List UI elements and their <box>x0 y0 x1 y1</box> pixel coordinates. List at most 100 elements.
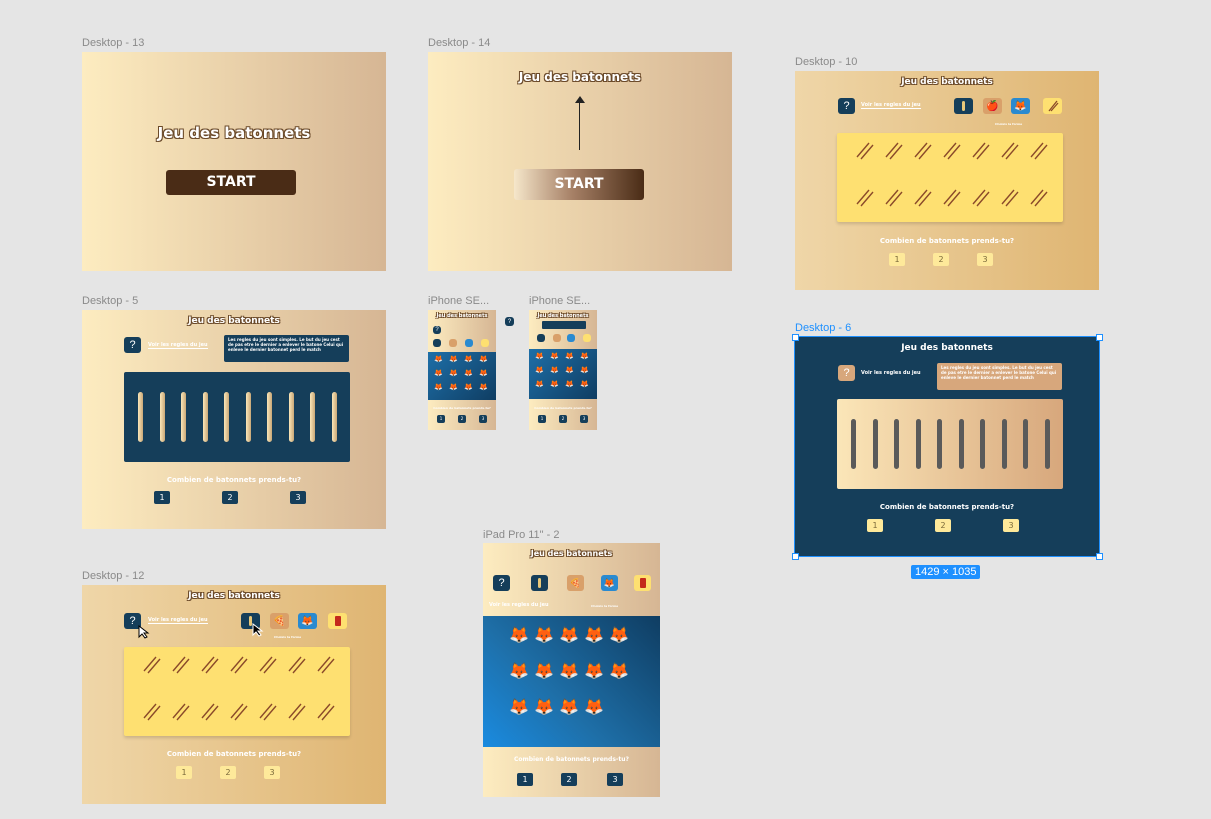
choice-button-3[interactable]: 3 <box>290 491 306 504</box>
chopsticks-icon[interactable] <box>1030 142 1048 160</box>
stick-item[interactable] <box>331 392 337 442</box>
chopsticks-icon[interactable] <box>288 656 306 674</box>
frame-desktop-14[interactable]: Jeu des batonnets START <box>428 52 732 271</box>
fox-icon[interactable]: 🦊 <box>464 384 473 391</box>
chopsticks-icon[interactable] <box>1001 142 1019 160</box>
choice-button-2[interactable]: 2 <box>458 415 466 423</box>
fox-icon[interactable]: 🦊 <box>559 700 579 716</box>
fox-icon[interactable]: 🦊 <box>609 628 629 644</box>
chopsticks-icon[interactable] <box>943 142 961 160</box>
fox-shape-button[interactable]: 🦊 <box>298 613 317 629</box>
fox-icon[interactable]: 🦊 <box>550 367 559 374</box>
fox-icon[interactable]: 🦊 <box>509 664 529 680</box>
frame-label-d14[interactable]: Desktop - 14 <box>428 37 490 49</box>
fox-icon[interactable]: 🦊 <box>449 370 458 377</box>
fox-icon[interactable]: 🦊 <box>609 664 629 680</box>
chopsticks-icon[interactable] <box>172 703 190 721</box>
fox-icon[interactable]: 🦊 <box>434 370 443 377</box>
chopsticks-icon[interactable] <box>914 142 932 160</box>
choice-button-1[interactable]: 1 <box>517 773 533 786</box>
stick-item[interactable] <box>267 392 272 442</box>
start-button[interactable]: START <box>166 170 296 195</box>
chopsticks-icon[interactable] <box>259 703 277 721</box>
rules-link[interactable]: Voir les regles du jeu <box>489 602 549 608</box>
fox-icon[interactable]: 🦊 <box>479 370 488 377</box>
chopsticks-icon[interactable] <box>856 142 874 160</box>
resize-handle-br[interactable] <box>1096 553 1103 560</box>
choice-button-3[interactable]: 3 <box>977 253 993 266</box>
frame-desktop-10[interactable]: Jeu des batonnets ? Voir les regles du j… <box>795 71 1099 290</box>
fox-icon[interactable]: 🦊 <box>584 700 604 716</box>
help-icon[interactable]: ? <box>493 575 510 591</box>
rules-link[interactable]: Voir les regles du jeu <box>861 102 921 109</box>
choice-button-2[interactable]: 2 <box>220 766 236 779</box>
choice-button-1[interactable]: 1 <box>867 519 883 532</box>
fox-icon[interactable]: 🦊 <box>479 384 488 391</box>
chopsticks-icon[interactable] <box>288 703 306 721</box>
choice-button-3[interactable]: 3 <box>607 773 623 786</box>
choice-button-1[interactable]: 1 <box>154 491 170 504</box>
fox-icon[interactable]: 🦊 <box>584 628 604 644</box>
frame-iphone-1[interactable]: Jeu des batonnets ? 🦊 🦊 🦊 🦊 🦊 🦊 🦊 🦊 🦊 🦊 🦊 🦊 Combien… <box>428 310 496 430</box>
resize-handle-bl[interactable] <box>792 553 799 560</box>
fox-icon[interactable]: 🦊 <box>464 370 473 377</box>
fox-icon[interactable]: 🦊 <box>565 367 574 374</box>
fox-shape-button[interactable] <box>567 334 575 342</box>
start-button[interactable]: START <box>514 169 644 200</box>
stick-item[interactable] <box>937 419 942 469</box>
choice-button-3[interactable]: 3 <box>479 415 487 423</box>
stick-item[interactable] <box>245 392 251 442</box>
rules-link[interactable]: Voir les regles du jeu <box>861 370 921 376</box>
chopsticks-icon[interactable] <box>856 189 874 207</box>
chopsticks-shape-button[interactable] <box>583 334 591 342</box>
fox-icon[interactable]: 🦊 <box>534 700 554 716</box>
stick-item[interactable] <box>1001 419 1007 469</box>
choice-button-3[interactable]: 3 <box>264 766 280 779</box>
apple-shape-button[interactable] <box>449 339 457 347</box>
chopsticks-icon[interactable] <box>943 189 961 207</box>
fox-icon[interactable]: 🦊 <box>565 381 574 388</box>
fox-icon[interactable]: 🦊 <box>464 356 473 363</box>
fox-icon[interactable]: 🦊 <box>559 628 579 644</box>
fox-shape-button[interactable] <box>465 339 473 347</box>
fox-icon[interactable]: 🦊 <box>509 700 529 716</box>
chopsticks-icon[interactable] <box>230 703 248 721</box>
fox-icon[interactable]: 🦊 <box>535 367 544 374</box>
fox-icon[interactable]: 🦊 <box>550 381 559 388</box>
chopsticks-icon[interactable] <box>914 189 932 207</box>
fox-icon[interactable]: 🦊 <box>550 353 559 360</box>
chopsticks-shape-button[interactable] <box>481 339 489 347</box>
chopsticks-icon[interactable] <box>972 142 990 160</box>
pizza-shape-button[interactable]: 🍕 <box>567 575 584 591</box>
fox-icon[interactable]: 🦊 <box>479 356 488 363</box>
stick-item[interactable] <box>159 392 165 442</box>
pizza-shape-button[interactable]: 🍕 <box>270 613 289 629</box>
stick-shape-button[interactable] <box>954 98 973 114</box>
chopsticks-icon[interactable] <box>885 189 903 207</box>
chopsticks-icon[interactable] <box>259 656 277 674</box>
help-icon[interactable]: ? <box>124 337 141 353</box>
fox-icon[interactable]: 🦊 <box>535 381 544 388</box>
fox-icon[interactable]: 🦊 <box>580 367 589 374</box>
frame-label-d5[interactable]: Desktop - 5 <box>82 295 138 307</box>
stick-item[interactable] <box>138 392 143 442</box>
stick-item[interactable] <box>202 392 208 442</box>
frame-desktop-5[interactable]: Jeu des batonnets ? Voir les regles du j… <box>82 310 386 529</box>
choice-button-2[interactable]: 2 <box>935 519 951 532</box>
frame-desktop-6-selected[interactable]: Jeu des batonnets ? Voir les regles du j… <box>794 336 1100 557</box>
fox-icon[interactable]: 🦊 <box>434 384 443 391</box>
fox-shape-button[interactable]: 🦊 <box>1011 98 1030 114</box>
chopsticks-icon[interactable] <box>1030 189 1048 207</box>
choice-button-2[interactable]: 2 <box>222 491 238 504</box>
chopsticks-icon[interactable] <box>143 703 161 721</box>
stick-item[interactable] <box>181 392 186 442</box>
floating-help-icon[interactable]: ? <box>505 317 514 326</box>
choice-button-1[interactable]: 1 <box>437 415 445 423</box>
chopsticks-icon[interactable] <box>885 142 903 160</box>
choice-button-3[interactable]: 3 <box>1003 519 1019 532</box>
choice-button-2[interactable]: 2 <box>559 415 567 423</box>
stick-item[interactable] <box>851 419 856 469</box>
chopsticks-shape-button[interactable] <box>1043 98 1062 114</box>
chopsticks-icon[interactable] <box>201 703 219 721</box>
chopsticks-icon[interactable] <box>201 656 219 674</box>
